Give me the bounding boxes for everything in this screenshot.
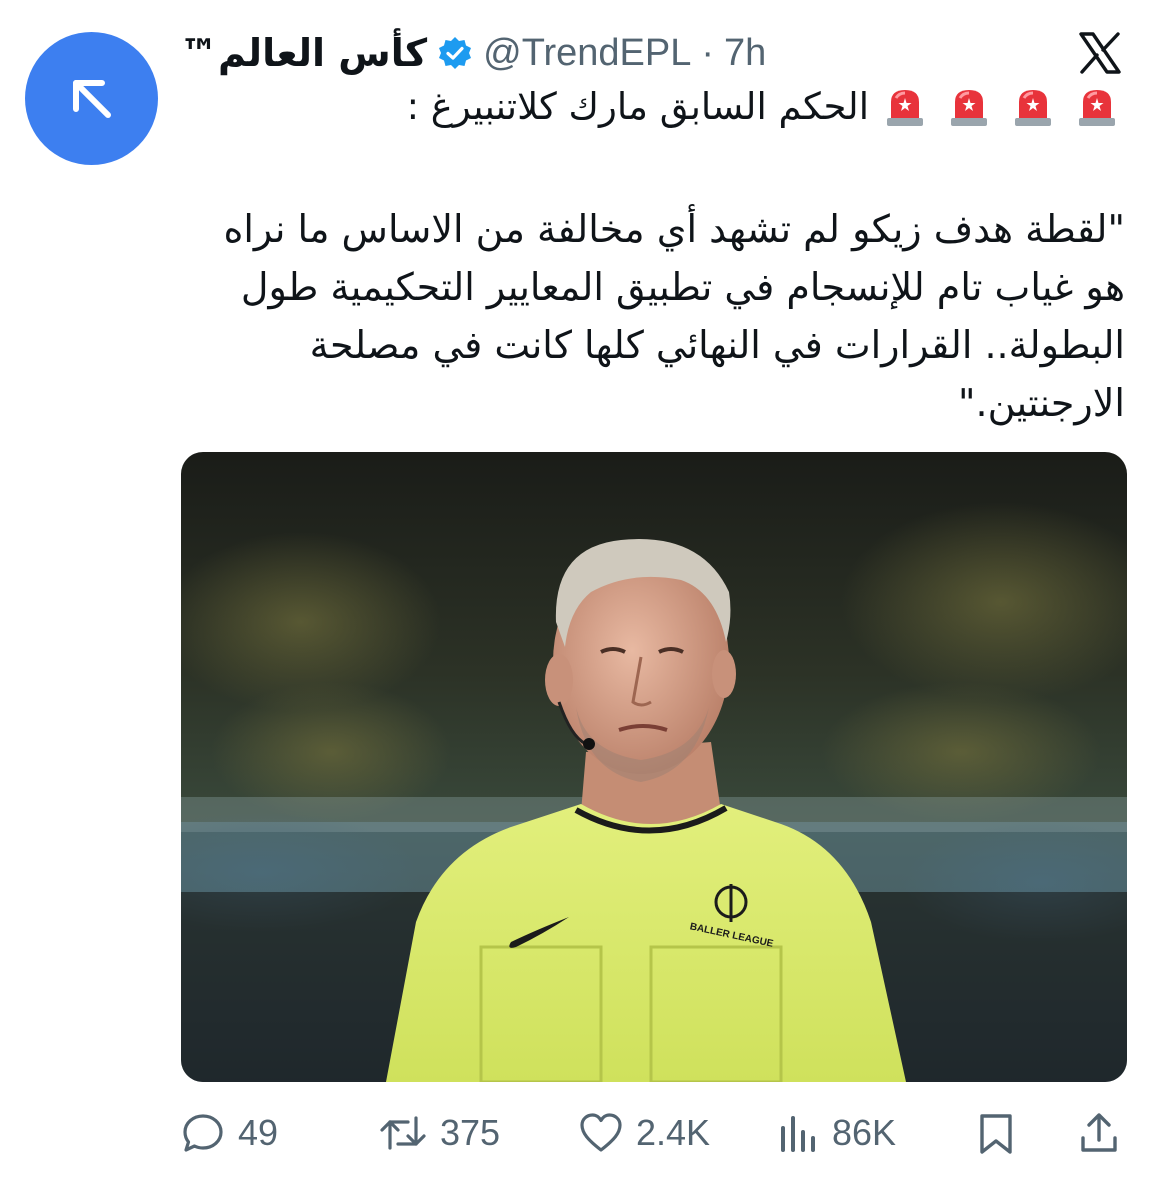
arrow-up-left-icon	[72, 79, 111, 118]
siren-emoji-group	[883, 84, 1119, 128]
like-icon	[580, 1113, 622, 1152]
views-count: 86K	[832, 1112, 897, 1153]
reply-icon	[183, 1114, 223, 1152]
repost-icon	[380, 1116, 426, 1150]
referee-photo: BALLER LEAGUE	[181, 452, 1127, 1082]
display-name[interactable]: كأس العالم™	[180, 31, 427, 75]
x-logo-icon[interactable]	[1077, 30, 1123, 76]
verified-badge-icon	[439, 37, 472, 69]
reply-count: 49	[238, 1112, 279, 1153]
share-icon	[1081, 1113, 1117, 1152]
tweet-title-text: الحكم السابق مارك كلاتنبيرغ :	[406, 84, 869, 128]
separator-dot: ·	[701, 31, 715, 74]
siren-icon	[951, 90, 987, 126]
siren-icon	[1015, 90, 1051, 126]
timestamp[interactable]: 7h	[724, 32, 766, 75]
tweet-media-image[interactable]: BALLER LEAGUE	[181, 452, 1127, 1082]
like-button[interactable]: 2.4K	[578, 1106, 710, 1160]
repost-button[interactable]: 375	[378, 1106, 500, 1160]
views-button[interactable]: 86K	[778, 1106, 896, 1160]
reply-button[interactable]: 49	[180, 1106, 278, 1160]
repost-count: 375	[440, 1112, 501, 1153]
tweet-title-line: الحكم السابق مارك كلاتنبيرغ :	[407, 84, 1119, 128]
handle[interactable]: @TrendEPL	[483, 32, 691, 75]
views-icon	[781, 1116, 815, 1152]
bookmark-button[interactable]	[976, 1106, 1016, 1160]
siren-icon	[1079, 90, 1115, 126]
share-button[interactable]	[1078, 1106, 1120, 1160]
like-count: 2.4K	[636, 1112, 711, 1153]
tweet-action-bar: 49 375 2.4K 86K	[180, 1106, 1126, 1160]
siren-icon	[887, 90, 923, 126]
tweet-body-text: "لقطة هدف زيكو لم تشهد أي مخالفة من الاس…	[223, 207, 1125, 425]
tweet-header: كأس العالم™ @TrendEPL · 7h	[180, 28, 766, 78]
avatar[interactable]	[25, 32, 158, 165]
bookmark-icon	[980, 1114, 1012, 1154]
